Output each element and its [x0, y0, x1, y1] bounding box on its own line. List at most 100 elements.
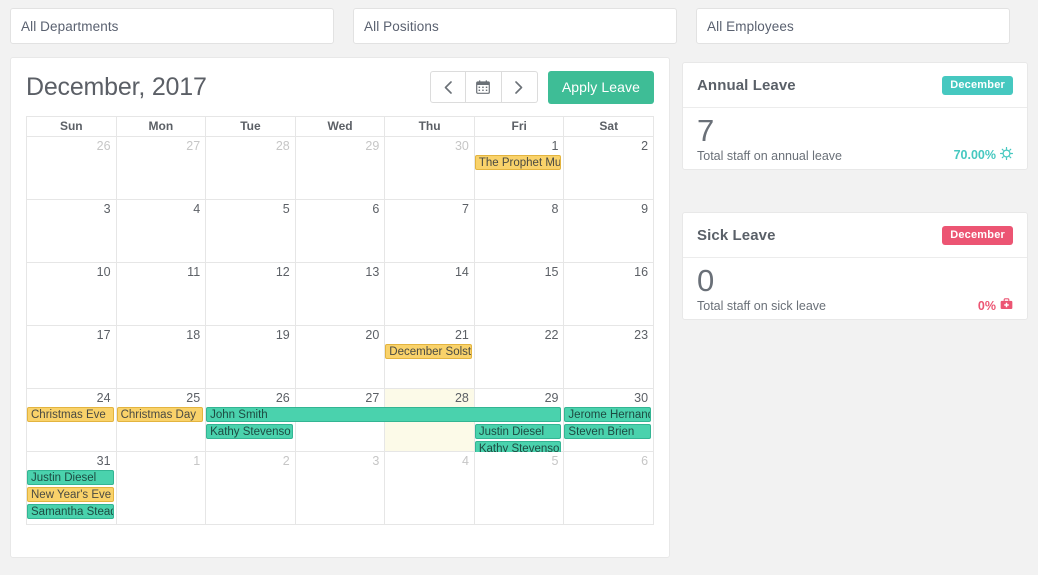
calendar-day-cell[interactable]: 4	[385, 452, 475, 525]
calendar-day-number: 26	[275, 391, 290, 405]
calendar-day-cell[interactable]: 6	[295, 200, 386, 263]
calendar-week: 10 11 12 13 14 15 16	[27, 263, 655, 326]
calendar-day-cell[interactable]: 3	[27, 200, 117, 263]
calendar-day-number: 3	[372, 454, 380, 468]
leave-event-chip[interactable]: Jerome Hernand	[564, 407, 651, 422]
leave-event-chip[interactable]: Justin Diesel	[27, 470, 114, 485]
calendar-day-cell[interactable]: 5	[206, 200, 296, 263]
calendar-day-cell[interactable]: 26	[27, 137, 117, 200]
calendar-day-cell[interactable]: 8	[474, 200, 565, 263]
position-filter-value: All Positions	[364, 18, 439, 34]
calendar-day-cell[interactable]: 2	[564, 137, 655, 200]
calendar-day-cell[interactable]: 16	[564, 263, 655, 326]
calendar-nav-group	[429, 71, 538, 103]
calendar-day-number: 5	[551, 454, 559, 468]
calendar-day-number: 31	[96, 454, 111, 468]
annual-leave-month-badge: December	[942, 75, 1013, 95]
calendar-day-cell[interactable]: 1	[116, 452, 207, 525]
calendar-day-cell[interactable]: 28	[206, 137, 296, 200]
calendar-day-cell[interactable]: 20	[295, 326, 386, 389]
calendar-day-cell[interactable]: 13	[295, 263, 386, 326]
calendar-day-number: 11	[187, 265, 201, 279]
chevron-right-icon	[515, 80, 523, 94]
calendar-weeks: 26 27 28 29 30 1 2 The Prophet Mu 3 4 5 6 7 8 9 10 11 12 1…	[27, 137, 655, 525]
calendar-day-cell[interactable]: 15	[474, 263, 565, 326]
holiday-event-chip[interactable]: New Year's Eve	[27, 487, 114, 502]
calendar-day-cell[interactable]: 30	[385, 137, 475, 200]
leave-event-chip[interactable]: Samantha Stead	[27, 504, 114, 519]
annual-leave-body: 7 Total staff on annual leave 70.00%	[683, 108, 1027, 163]
calendar-day-number: 28	[454, 391, 469, 405]
calendar-week: 3 4 5 6 7 8 9	[27, 200, 655, 263]
calendar-day-number: 1	[193, 454, 201, 468]
holiday-event-chip[interactable]: Christmas Eve	[27, 407, 114, 422]
calendar-day-number: 23	[634, 328, 649, 342]
calendar-day-number: 6	[372, 202, 380, 216]
calendar-day-number: 10	[96, 265, 111, 279]
calendar-day-cell[interactable]: 27	[116, 137, 207, 200]
calendar-day-number: 2	[282, 454, 290, 468]
sick-leave-percent: 0%	[978, 298, 1013, 313]
annual-leave-count: 7	[697, 113, 715, 148]
calendar-day-number: 22	[544, 328, 559, 342]
sick-leave-title: Sick Leave	[697, 226, 776, 244]
sun-gear-icon	[999, 146, 1014, 163]
leave-event-chip[interactable]: Kathy Stevenso	[206, 424, 293, 439]
calendar-day-cell[interactable]: 10	[27, 263, 117, 326]
calendar-day-number: 17	[96, 328, 111, 342]
day-of-week-header: Sun Mon Tue Wed Thu Fri Sat	[27, 117, 655, 137]
day-of-week-thu: Thu	[385, 117, 475, 137]
calendar-day-number: 16	[634, 265, 649, 279]
calendar-day-cell[interactable]: 17	[27, 326, 117, 389]
holiday-event-chip[interactable]: Christmas Day	[116, 407, 204, 422]
calendar-day-cell[interactable]: 12	[206, 263, 296, 326]
calendar-day-number: 30	[634, 391, 649, 405]
calendar-day-number: 27	[186, 139, 201, 153]
calendar-day-cell[interactable]: 6	[564, 452, 655, 525]
chevron-left-icon	[444, 80, 452, 94]
employee-filter-select[interactable]: All Employees	[696, 8, 1010, 44]
calendar-day-number: 19	[275, 328, 290, 342]
position-filter-select[interactable]: All Positions	[353, 8, 677, 44]
calendar-week: 26 27 28 29 30 1 2 The Prophet Mu	[27, 137, 655, 200]
calendar-day-cell[interactable]: 11	[116, 263, 207, 326]
holiday-event-chip[interactable]: December Solst	[385, 344, 472, 359]
annual-leave-header: Annual Leave December	[683, 63, 1027, 108]
day-of-week-tue: Tue	[206, 117, 296, 137]
calendar-day-cell[interactable]: 19	[206, 326, 296, 389]
calendar-day-cell[interactable]: 9	[564, 200, 655, 263]
calendar-day-cell[interactable]: 3	[295, 452, 386, 525]
calendar-day-number: 25	[186, 391, 201, 405]
next-month-button[interactable]	[501, 71, 538, 103]
prev-month-button[interactable]	[429, 71, 466, 103]
sick-leave-month-badge: December	[942, 225, 1013, 245]
calendar-day-cell[interactable]: 29	[295, 137, 386, 200]
leave-event-chip[interactable]: John Smith	[206, 407, 562, 422]
calendar-day-cell[interactable]: 14	[385, 263, 475, 326]
today-button[interactable]	[465, 71, 502, 103]
annual-leave-card: Annual Leave December 7 Total staff on a…	[682, 62, 1028, 170]
calendar-day-number: 3	[103, 202, 111, 216]
calendar-day-cell[interactable]: 22	[474, 326, 565, 389]
sick-leave-body: 0 Total staff on sick leave 0%	[683, 258, 1027, 313]
calendar-day-number: 29	[544, 391, 559, 405]
department-filter-select[interactable]: All Departments	[10, 8, 334, 44]
calendar-day-number: 5	[282, 202, 290, 216]
calendar-day-number: 2	[641, 139, 649, 153]
calendar-day-number: 4	[461, 454, 469, 468]
calendar-day-number: 26	[96, 139, 111, 153]
calendar-day-cell[interactable]: 4	[116, 200, 207, 263]
leave-event-chip[interactable]: Justin Diesel	[474, 424, 562, 439]
calendar-day-number: 30	[454, 139, 469, 153]
holiday-event-chip[interactable]: The Prophet Mu	[474, 155, 562, 170]
calendar-day-cell[interactable]: 2	[206, 452, 296, 525]
calendar-day-cell[interactable]: 18	[116, 326, 207, 389]
calendar-day-cell[interactable]: 23	[564, 326, 655, 389]
calendar-day-number: 8	[551, 202, 559, 216]
calendar-day-cell[interactable]: 5	[474, 452, 565, 525]
leave-event-chip[interactable]: Steven Brien	[564, 424, 651, 439]
apply-leave-button[interactable]: Apply Leave	[547, 70, 654, 104]
calendar-day-number: 13	[365, 265, 380, 279]
sick-leave-card: Sick Leave December 0 Total staff on sic…	[682, 212, 1028, 320]
calendar-day-cell[interactable]: 7	[385, 200, 475, 263]
